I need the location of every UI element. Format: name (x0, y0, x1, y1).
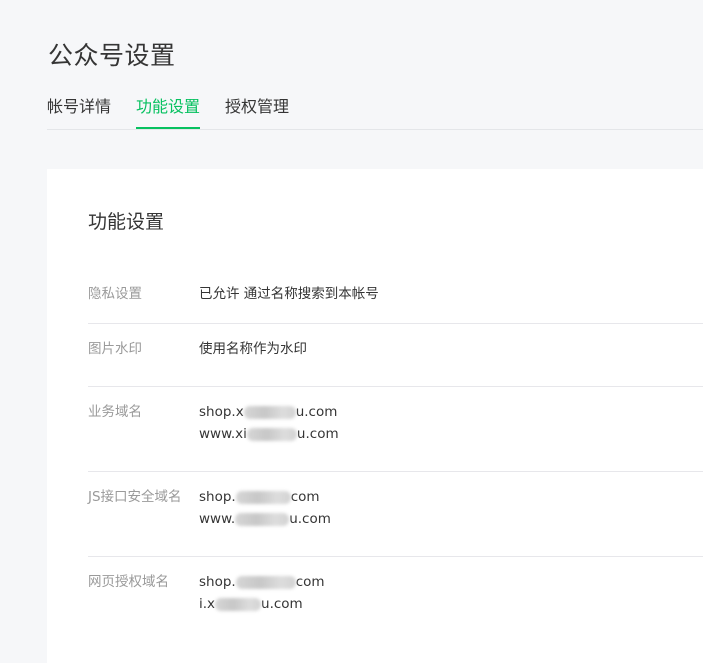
setting-label: 隐私设置 (88, 286, 142, 302)
redacted-blur (235, 490, 291, 504)
page-title: 公众号设置 (48, 41, 176, 70)
domain-suffix: com (290, 489, 320, 505)
domain-prefix: www.xi (199, 426, 247, 442)
domain-suffix: u.com (295, 404, 338, 420)
domain-suffix: com (295, 574, 325, 590)
redacted-blur (243, 405, 296, 419)
domain-prefix: www. (199, 511, 236, 527)
setting-value: shop. com i.x u.com (199, 571, 325, 641)
setting-value: shop. com www. u.com (199, 486, 331, 556)
domain-suffix: u.com (261, 596, 303, 612)
privacy-value: 已允许 通过名称搜索到本帐号 (199, 286, 379, 302)
domain-entry: www.xi u.com (199, 423, 339, 445)
setting-value: shop.x u.com www.xi u.com (199, 401, 339, 471)
domain-prefix: shop. (199, 574, 236, 590)
setting-row-watermark: 图片水印 使用名称作为水印 (88, 324, 703, 387)
domain-entry: shop. com (199, 486, 331, 508)
domain-prefix: shop. (199, 489, 236, 505)
domain-prefix: shop.x (199, 404, 244, 420)
domain-entry: i.x u.com (199, 593, 325, 615)
setting-row-web-auth-domain: 网页授权域名 shop. com i.x u.com (88, 557, 703, 641)
setting-label: 业务域名 (88, 404, 142, 420)
setting-row-js-api-domain: JS接口安全域名 shop. com www. u.com (88, 472, 703, 557)
domain-suffix: u.com (289, 511, 331, 527)
setting-label: JS接口安全域名 (88, 489, 182, 505)
redacted-blur (235, 512, 290, 526)
setting-row-business-domain: 业务域名 shop.x u.com www.xi u.com (88, 387, 703, 472)
domain-prefix: i.x (199, 596, 216, 612)
domain-entry: shop. com (199, 571, 325, 593)
tab-authorization-management[interactable]: 授权管理 (225, 96, 289, 128)
tab-feature-settings[interactable]: 功能设置 (136, 96, 201, 129)
section-title: 功能设置 (88, 211, 165, 233)
redacted-blur (246, 427, 297, 441)
setting-label: 图片水印 (88, 341, 142, 357)
redacted-blur (215, 597, 262, 611)
settings-card: 功能设置 隐私设置 已允许 通过名称搜索到本帐号 图片水印 使用名称作为水印 业… (47, 169, 703, 663)
tab-account-details[interactable]: 帐号详情 (47, 96, 111, 128)
domain-entry: shop.x u.com (199, 401, 339, 423)
domain-entry: www. u.com (199, 508, 331, 530)
tab-bar: 帐号详情 功能设置 授权管理 (47, 96, 703, 130)
redacted-blur (235, 575, 296, 589)
setting-row-privacy: 隐私设置 已允许 通过名称搜索到本帐号 (88, 269, 703, 324)
setting-value: 已允许 通过名称搜索到本帐号 (199, 283, 379, 323)
domain-suffix: u.com (296, 426, 339, 442)
setting-value: 使用名称作为水印 (199, 338, 307, 386)
watermark-value: 使用名称作为水印 (199, 341, 307, 357)
setting-label: 网页授权域名 (88, 574, 169, 590)
settings-list: 隐私设置 已允许 通过名称搜索到本帐号 图片水印 使用名称作为水印 业务域名 s… (88, 269, 703, 641)
